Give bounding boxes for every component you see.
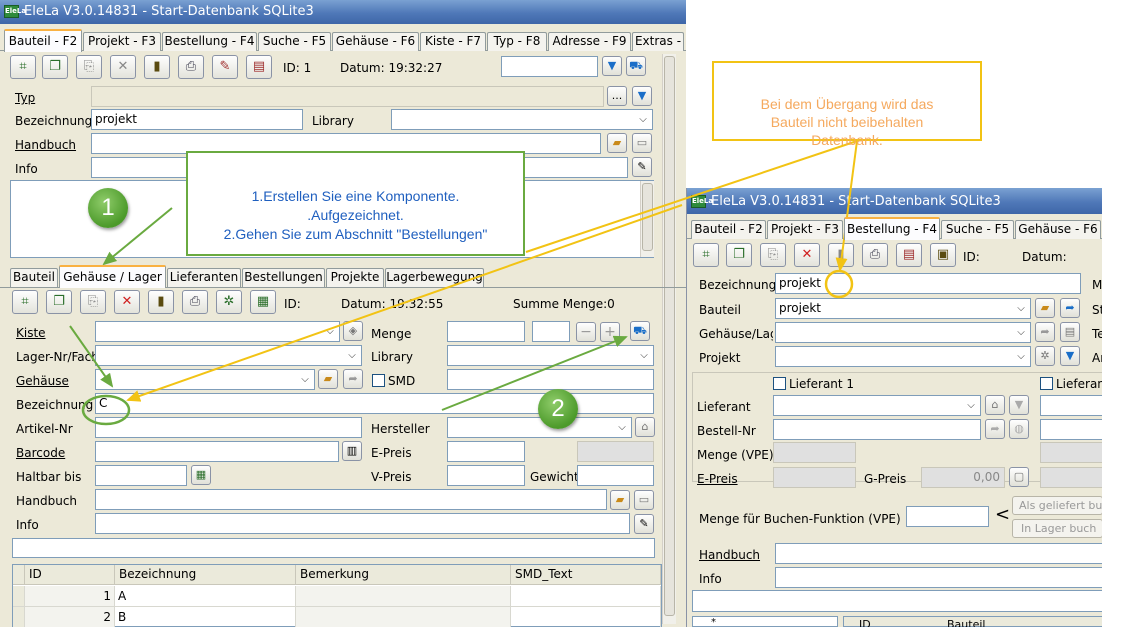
highlight-c-field	[81, 394, 131, 426]
arrow-note2-to-main	[525, 140, 858, 253]
arrow-to-cart	[441, 335, 628, 411]
second-tab-bestellung[interactable]: Bestellung - F4	[844, 217, 940, 240]
step-badge-1: 1	[88, 188, 128, 228]
note2-text: Bei dem Übergang wird das Bauteil nicht …	[760, 96, 934, 148]
warning-note: Bei dem Übergang wird das Bauteil nicht …	[712, 61, 982, 148]
subtab-gehaeuse-lager[interactable]: Gehäuse / Lager	[59, 265, 166, 288]
arrow-to-new-lager	[69, 325, 114, 388]
step-note-1: 1.Erstellen Sie eine Komponente. .Aufgez…	[186, 151, 525, 256]
highlight-bezeichnung-field	[824, 269, 854, 299]
arrow-note2-to-bezeichnung	[835, 140, 858, 272]
note1-text: 1.Erstellen Sie eine Komponente. .Aufgez…	[223, 188, 488, 242]
tab-bauteil[interactable]: Bauteil - F2	[4, 29, 82, 52]
step-badge-2: 2	[538, 389, 578, 429]
